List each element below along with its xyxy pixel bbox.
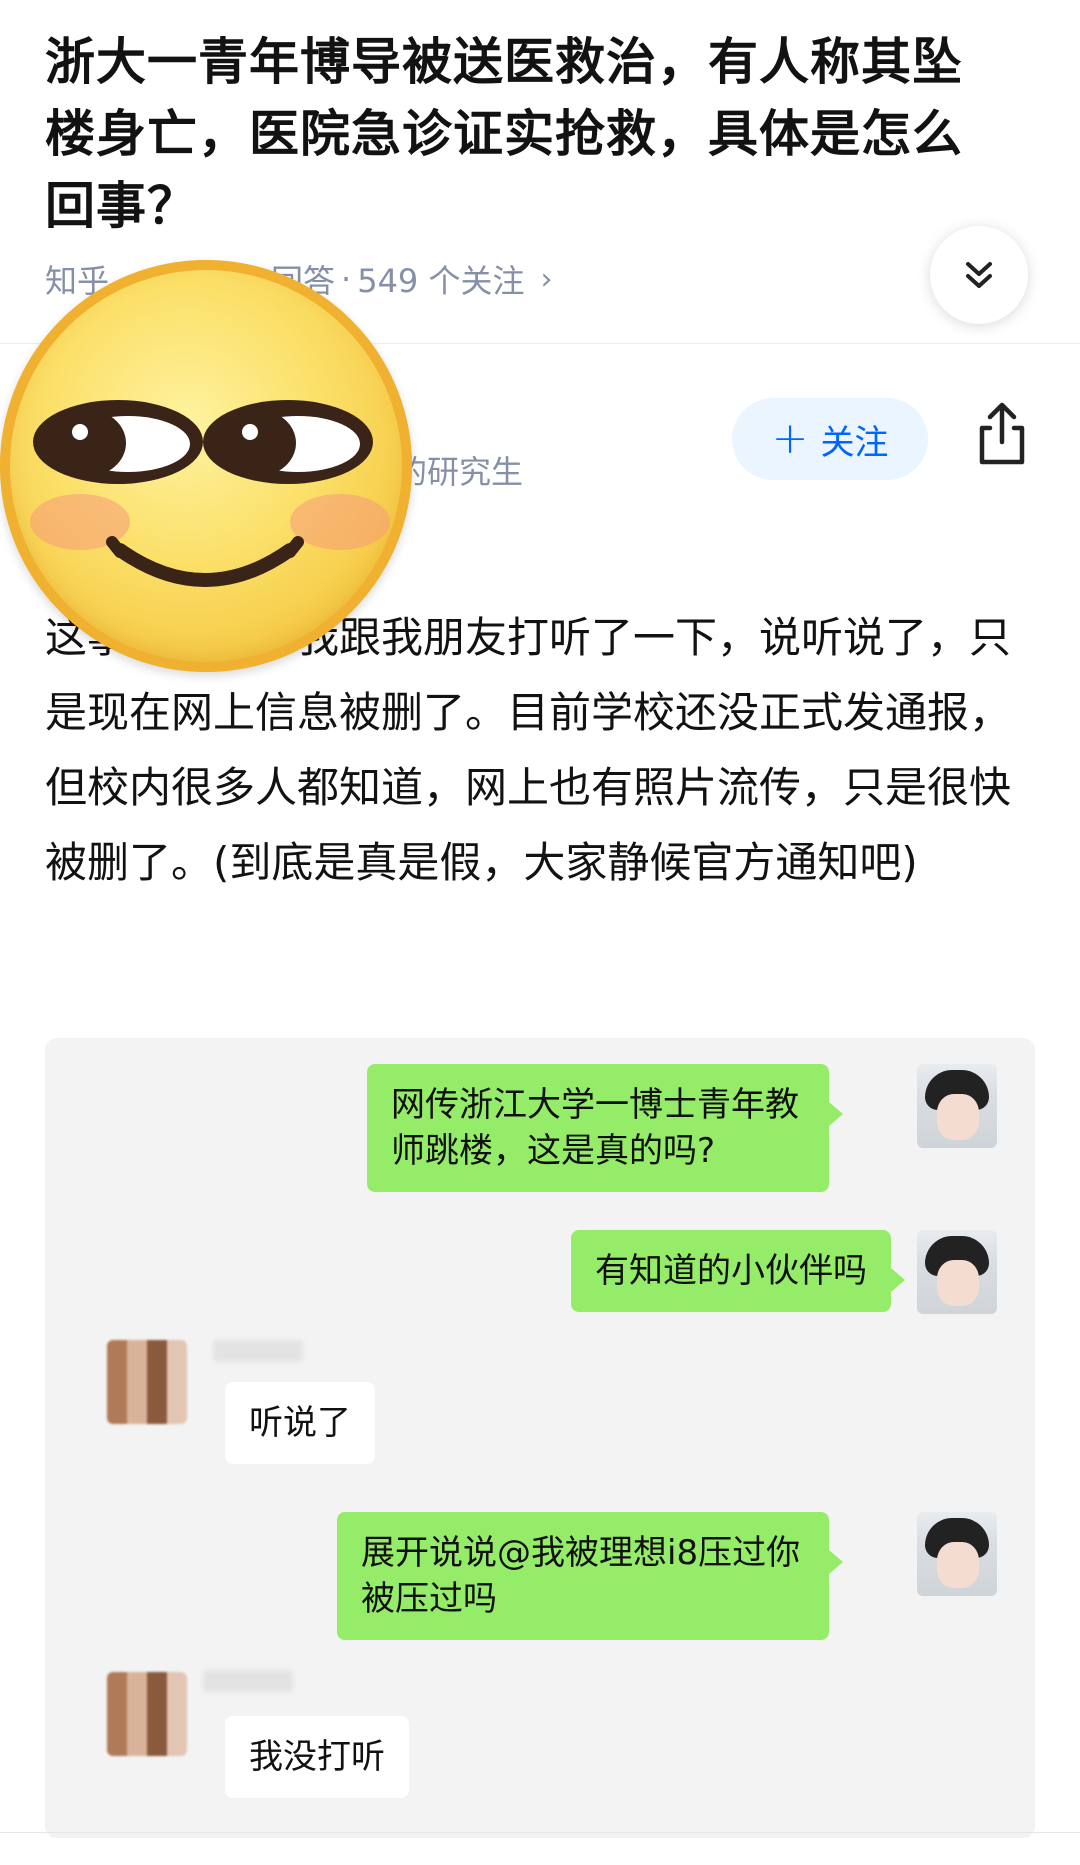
follow-button[interactable]: + 关注: [732, 398, 928, 480]
share-icon: [979, 402, 1025, 465]
double-chevron-down-icon: [966, 262, 992, 288]
bottom-divider: [0, 1832, 1080, 1833]
sender-name-blurred: [203, 1670, 293, 1692]
question-title: 浙大一青年博导被送医救治，有人称其坠楼身亡，医院急诊证实抢救，具体是怎么回事？: [45, 33, 963, 235]
follow-label: 关注: [820, 422, 889, 463]
sender-name-blurred: [213, 1340, 303, 1362]
chat-screenshot[interactable]: 网传浙江大学一博士青年教师跳楼，这是真的吗? 有知道的小伙伴吗 听说了 展开说说…: [45, 1038, 1035, 1838]
chat-bubble-received: 我没打听: [225, 1716, 409, 1798]
emoji-sticker: [0, 260, 412, 672]
plus-icon: +: [771, 413, 809, 464]
smiling-emoji-face-icon: [30, 400, 390, 587]
chat-bubble-received: 听说了: [225, 1382, 375, 1464]
chat-bubble-sent: 有知道的小伙伴吗: [571, 1230, 905, 1312]
share-button[interactable]: [972, 400, 1032, 470]
avatar: [917, 1512, 997, 1596]
collapse-button[interactable]: [930, 226, 1028, 324]
avatar: [107, 1340, 187, 1424]
author-headline: 的研究生: [395, 453, 524, 491]
chevron-right-icon: ›: [540, 261, 553, 297]
chat-bubble-sent: 网传浙江大学一博士青年教师跳楼，这是真的吗?: [367, 1064, 843, 1192]
chat-bubble-sent: 展开说说@我被理想i8压过你被压过吗: [337, 1512, 843, 1640]
avatar: [917, 1064, 997, 1148]
avatar: [917, 1230, 997, 1314]
avatar: [107, 1672, 187, 1756]
